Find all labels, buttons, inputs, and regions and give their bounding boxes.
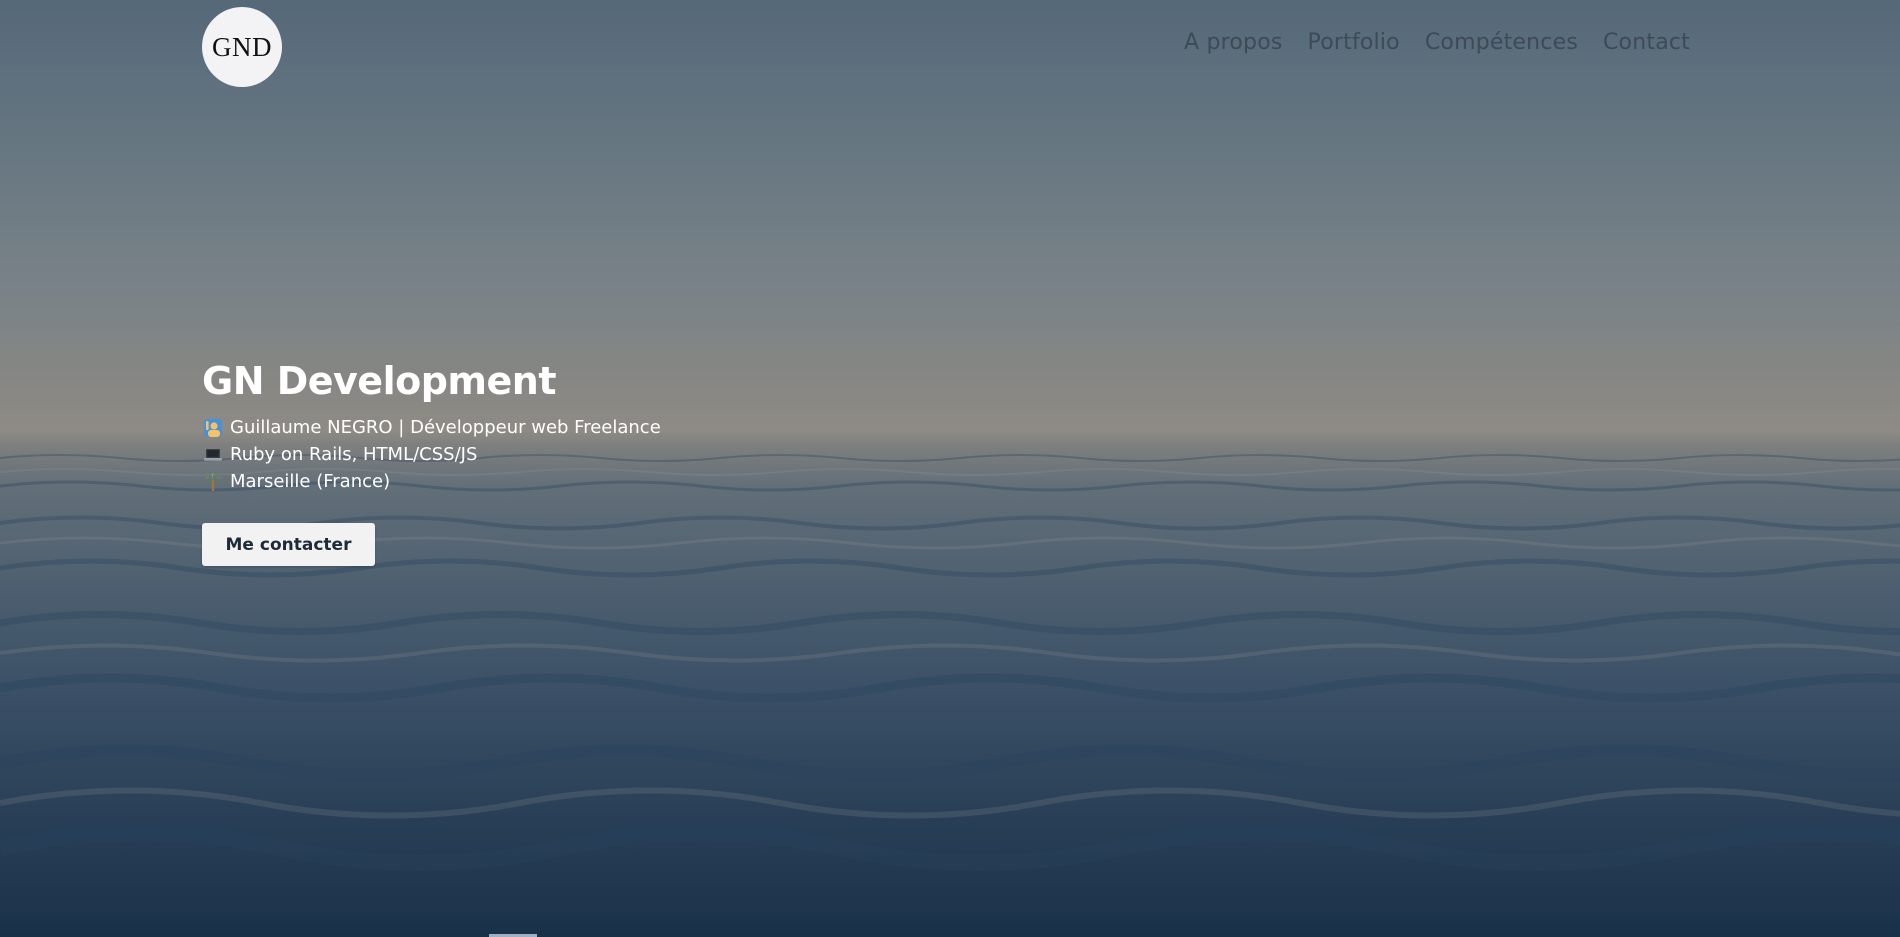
nav-links: A propos Portfolio Compétences Contact [1184,30,1690,55]
nav-link-competences[interactable]: Compétences [1425,30,1578,55]
hero-content: GN Development Guillaume NEGRO | Dévelop… [202,356,661,566]
nav-link-portfolio[interactable]: Portfolio [1308,30,1400,55]
top-navbar: GND A propos Portfolio Compétences Conta… [0,0,1900,94]
hero-line-text: Ruby on Rails, HTML/CSS/JS [230,444,478,465]
brand-logo-text: GND [212,31,272,62]
person-raising-hand-icon [202,418,224,438]
hero-line-text: Marseille (France) [230,471,391,492]
palm-tree-icon [202,472,224,492]
hero-line-location: Marseille (France) [202,468,661,495]
nav-link-a-propos[interactable]: A propos [1184,30,1283,55]
hero-line-identity: Guillaume NEGRO | Développeur web Freela… [202,414,661,441]
contact-me-button[interactable]: Me contacter [202,523,375,566]
hero-section: GND A propos Portfolio Compétences Conta… [0,0,1900,937]
brand-logo[interactable]: GND [202,7,282,87]
nav-link-contact[interactable]: Contact [1603,30,1690,55]
hero-line-text: Guillaume NEGRO | Développeur web Freela… [230,417,661,438]
hero-info-lines: Guillaume NEGRO | Développeur web Freela… [202,414,661,495]
hero-title: GN Development [202,359,556,403]
laptop-icon [202,445,224,465]
hero-line-stack: Ruby on Rails, HTML/CSS/JS [202,441,661,468]
